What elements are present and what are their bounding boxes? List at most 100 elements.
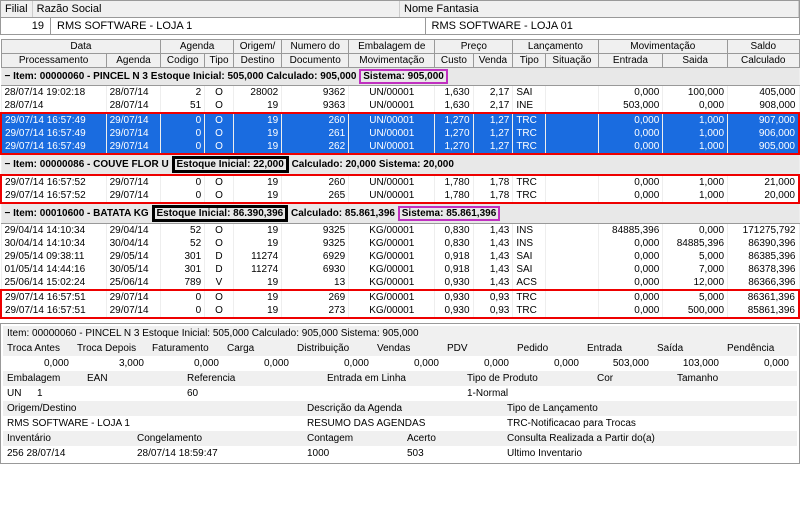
table-row[interactable]: 29/07/14 16:57:4929/07/140O19260UN/00001… bbox=[1, 113, 799, 127]
cell: 86385,396 bbox=[728, 250, 799, 263]
table-row[interactable]: 25/06/14 15:02:2425/06/14789V1913KG/0000… bbox=[1, 276, 799, 290]
header-tipo[interactable]: Tipo bbox=[205, 54, 234, 68]
table-row[interactable]: 29/07/14 16:57:5129/07/140O19273KG/00001… bbox=[1, 304, 799, 318]
header-agenda2[interactable]: Agenda bbox=[106, 54, 161, 68]
header-origem[interactable]: Origem/ bbox=[233, 40, 281, 54]
header-data[interactable]: Data bbox=[1, 40, 161, 54]
cell: SAI bbox=[513, 250, 546, 263]
cell: 0,000 bbox=[598, 250, 663, 263]
header-documento[interactable]: Documento bbox=[282, 54, 349, 68]
cell bbox=[546, 263, 598, 276]
h-entrada-linha: Entrada em Linha bbox=[323, 372, 463, 385]
cell: KG/00001 bbox=[349, 290, 435, 304]
h-origem-destino: Origem/Destino bbox=[3, 402, 303, 415]
header-movimentacao[interactable]: Movimentação bbox=[598, 40, 727, 54]
cell: 171275,792 bbox=[728, 224, 799, 238]
cell: UN/00001 bbox=[349, 140, 435, 154]
cell: 29/07/14 16:57:49 bbox=[1, 113, 106, 127]
h-faturamento: Faturamento bbox=[148, 342, 223, 355]
v-entrada: 503,000 bbox=[583, 357, 653, 370]
cell: O bbox=[205, 189, 234, 203]
cell: 29/07/14 bbox=[106, 140, 161, 154]
cell: 1,630 bbox=[435, 86, 473, 100]
cell: 9325 bbox=[282, 224, 349, 238]
cell: 29/07/14 bbox=[106, 304, 161, 318]
header-situacao[interactable]: Situação bbox=[546, 54, 598, 68]
h-troca-antes: Troca Antes bbox=[3, 342, 73, 355]
h-ean: EAN bbox=[83, 372, 183, 385]
v-tipo-lanc: TRC-Notificacao para Trocas bbox=[503, 417, 753, 430]
cell: 905,000 bbox=[728, 140, 799, 154]
h-saida: Saída bbox=[653, 342, 723, 355]
cell: 19 bbox=[233, 276, 281, 290]
header-custo[interactable]: Custo bbox=[435, 54, 473, 68]
section-header[interactable]: − Item: 00000086 - COUVE FLOR U Estoque … bbox=[1, 154, 799, 175]
table-row[interactable]: 29/07/14 16:57:5229/07/140O19260UN/00001… bbox=[1, 175, 799, 189]
table-row[interactable]: 29/05/14 09:38:1129/05/14301D112746929KG… bbox=[1, 250, 799, 263]
nome-fantasia-label: Nome Fantasia bbox=[400, 1, 799, 17]
header-entrada[interactable]: Entrada bbox=[598, 54, 663, 68]
cell: KG/00001 bbox=[349, 237, 435, 250]
header-agenda[interactable]: Agenda bbox=[161, 40, 233, 54]
h-acerto: Acerto bbox=[403, 432, 503, 445]
h-descricao: Descrição da Agenda bbox=[303, 402, 503, 415]
table-row[interactable]: 29/07/14 16:57:5229/07/140O19265UN/00001… bbox=[1, 189, 799, 203]
h-tipo-lanc: Tipo de Lançamento bbox=[503, 402, 703, 415]
header-mov2[interactable]: Movimentação bbox=[349, 54, 435, 68]
filial-label: Filial bbox=[1, 1, 33, 17]
table-row[interactable]: 29/07/14 16:57:5129/07/140O19269KG/00001… bbox=[1, 290, 799, 304]
cell: 28/07/14 19:02:18 bbox=[1, 86, 106, 100]
cell: 503,000 bbox=[598, 99, 663, 113]
section-header[interactable]: − Item: 00000060 - PINCEL N 3 Estoque In… bbox=[1, 68, 799, 86]
v-un-val: 1 bbox=[33, 387, 83, 400]
v-un: UN bbox=[3, 387, 33, 400]
header-embalagem[interactable]: Embalagem de bbox=[349, 40, 435, 54]
cell: 789 bbox=[161, 276, 205, 290]
cell: 19 bbox=[233, 113, 281, 127]
razao-label: Razão Social bbox=[33, 1, 400, 17]
cell: O bbox=[205, 99, 234, 113]
header-saida[interactable]: Saida bbox=[663, 54, 728, 68]
cell: 1,000 bbox=[663, 175, 728, 189]
table-row[interactable]: 01/05/14 14:44:1630/05/14301D112746930KG… bbox=[1, 263, 799, 276]
header-saldo[interactable]: Saldo bbox=[728, 40, 799, 54]
h-pdv: PDV bbox=[443, 342, 513, 355]
cell: 19 bbox=[233, 237, 281, 250]
cell: TRC bbox=[513, 175, 546, 189]
cell: 0,830 bbox=[435, 224, 473, 238]
h-carga: Carga bbox=[223, 342, 293, 355]
cell: 29/05/14 bbox=[106, 250, 161, 263]
header-numero[interactable]: Numero do bbox=[282, 40, 349, 54]
table-row[interactable]: 29/07/14 16:57:4929/07/140O19261UN/00001… bbox=[1, 127, 799, 140]
v-saida: 103,000 bbox=[653, 357, 723, 370]
header-venda[interactable]: Venda bbox=[473, 54, 513, 68]
header-codigo[interactable]: Codigo bbox=[161, 54, 205, 68]
table-row[interactable]: 29/04/14 14:10:3429/04/1452O199325KG/000… bbox=[1, 224, 799, 238]
cell: 100,000 bbox=[663, 86, 728, 100]
cell: O bbox=[205, 140, 234, 154]
table-row[interactable]: 30/04/14 14:10:3430/04/1452O199325KG/000… bbox=[1, 237, 799, 250]
cell: 0 bbox=[161, 290, 205, 304]
header-calculado[interactable]: Calculado bbox=[728, 54, 799, 68]
cell: INE bbox=[513, 99, 546, 113]
cell: 1,43 bbox=[473, 237, 513, 250]
header-lancamento[interactable]: Lançamento bbox=[513, 40, 598, 54]
cell: 0,918 bbox=[435, 250, 473, 263]
cell: 0,000 bbox=[663, 99, 728, 113]
cell: 0,93 bbox=[473, 290, 513, 304]
movement-table[interactable]: Data Agenda Origem/ Numero do Embalagem … bbox=[0, 39, 800, 319]
v-ultimo-inv: Ultimo Inventario bbox=[503, 447, 797, 460]
table-row[interactable]: 29/07/14 16:57:4929/07/140O19262UN/00001… bbox=[1, 140, 799, 154]
header-preco[interactable]: Preço bbox=[435, 40, 513, 54]
table-row[interactable]: 28/07/14 19:02:1828/07/142O280029362UN/0… bbox=[1, 86, 799, 100]
section-header[interactable]: − Item: 00010600 - BATATA KG Estoque Ini… bbox=[1, 203, 799, 224]
header-processamento[interactable]: Processamento bbox=[1, 54, 106, 68]
cell: 9325 bbox=[282, 237, 349, 250]
cell: TRC bbox=[513, 290, 546, 304]
detail-panel: Item: 00000060 - PINCEL N 3 Estoque Inic… bbox=[0, 323, 800, 464]
h-referencia: Referencia bbox=[183, 372, 323, 385]
cell: KG/00001 bbox=[349, 263, 435, 276]
header-destino[interactable]: Destino bbox=[233, 54, 281, 68]
table-row[interactable]: 28/07/1428/07/1451O199363UN/000011,6302,… bbox=[1, 99, 799, 113]
header-tipo2[interactable]: Tipo bbox=[513, 54, 546, 68]
